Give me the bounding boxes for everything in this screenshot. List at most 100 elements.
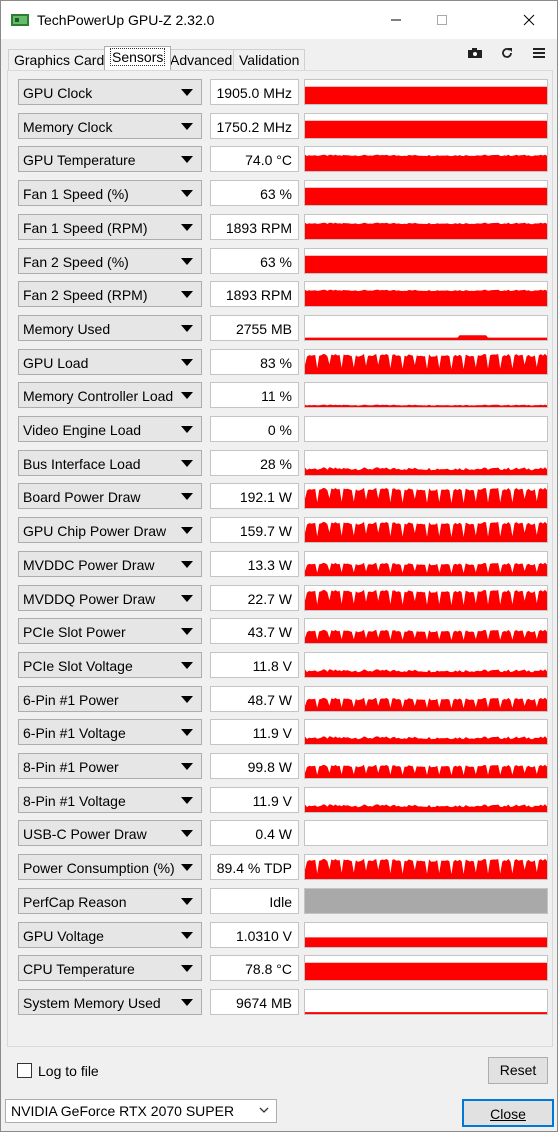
sensor-name-dropdown[interactable]: MVDDC Power Draw	[18, 550, 202, 577]
sensor-name-dropdown[interactable]: Fan 1 Speed (%)	[18, 180, 202, 207]
sensor-name-dropdown[interactable]: Board Power Draw	[18, 483, 202, 510]
log-to-file-label: Log to file	[38, 1063, 99, 1079]
sensor-name-dropdown[interactable]: PerfCap Reason	[18, 887, 202, 914]
sensor-value: 11.9 V	[210, 786, 299, 813]
chevron-down-icon	[259, 1107, 269, 1113]
graph-area	[305, 629, 547, 644]
caret-down-icon	[181, 122, 193, 130]
sensor-value: 1905.0 MHz	[210, 79, 299, 105]
camera-icon[interactable]	[466, 45, 484, 61]
sensor-value: 1.0310 V	[210, 921, 299, 948]
footer: Log to file Reset NVIDIA GeForce RTX 207…	[1, 1046, 557, 1131]
sensor-graph	[304, 314, 548, 341]
sensor-name-dropdown[interactable]: GPU Voltage	[18, 921, 202, 948]
sensor-name-dropdown[interactable]: GPU Chip Power Draw	[18, 517, 202, 544]
menu-icon[interactable]	[530, 45, 548, 61]
sensor-row-fan-2-speed-rpm: Fan 2 Speed (RPM) 1893 RPM	[18, 281, 548, 309]
graph-area	[305, 858, 547, 880]
sensor-graph	[304, 719, 548, 746]
sensor-name-dropdown[interactable]: System Memory Used	[18, 988, 202, 1015]
graph-area	[305, 466, 547, 475]
sensor-name-dropdown[interactable]: MVDDQ Power Draw	[18, 584, 202, 611]
sensor-name-dropdown[interactable]: Fan 1 Speed (RPM)	[18, 213, 202, 240]
caret-down-icon	[181, 628, 193, 636]
sensor-name-dropdown[interactable]: GPU Temperature	[18, 146, 202, 173]
sensor-name-label: USB-C Power Draw	[23, 826, 147, 843]
graph-area	[305, 1011, 547, 1014]
sensor-row-gpu-temperature: GPU Temperature 74.0 °C	[18, 146, 548, 174]
sensor-name-label: MVDDQ Power Draw	[23, 590, 156, 607]
caret-down-icon	[181, 324, 193, 332]
sensor-name-label: CPU Temperature	[23, 961, 135, 978]
sensor-name-dropdown[interactable]: Fan 2 Speed (%)	[18, 247, 202, 274]
sensor-value: 63 %	[210, 247, 299, 274]
gpu-select[interactable]: NVIDIA GeForce RTX 2070 SUPER	[5, 1099, 277, 1123]
refresh-icon[interactable]	[498, 45, 516, 61]
sensor-name-label: Memory Used	[23, 320, 111, 337]
sensor-name-dropdown[interactable]: 8-Pin #1 Voltage	[18, 786, 202, 813]
sensor-name-dropdown[interactable]: USB-C Power Draw	[18, 820, 202, 847]
sensor-name-label: MVDDC Power Draw	[23, 556, 155, 573]
window-title: TechPowerUp GPU-Z 2.32.0	[37, 12, 215, 28]
sensor-row-pcie-slot-voltage: PCIe Slot Voltage 11.8 V	[18, 651, 548, 680]
sensor-name-dropdown[interactable]: Memory Controller Load	[18, 382, 202, 409]
graph-area	[305, 353, 547, 374]
graph-area	[305, 803, 547, 812]
sensor-name-dropdown[interactable]: CPU Temperature	[18, 955, 202, 982]
tab-validation[interactable]: Validation	[233, 49, 306, 70]
sensor-row-mvddq-power-draw: MVDDQ Power Draw 22.7 W	[18, 584, 548, 613]
graph-area	[305, 187, 547, 206]
caret-down-icon	[181, 560, 193, 568]
graph-area	[305, 736, 547, 745]
sensor-value: 99.8 W	[210, 753, 299, 779]
caret-down-icon	[181, 695, 193, 703]
tab-graphics-card[interactable]: Graphics Card	[8, 49, 111, 70]
close-window-button[interactable]	[506, 1, 552, 39]
title-bar: TechPowerUp GPU-Z 2.32.0	[1, 1, 557, 39]
sensor-name-dropdown[interactable]: GPU Load	[18, 348, 202, 375]
sensor-name-label: Bus Interface Load	[23, 455, 141, 472]
close-button[interactable]: Close	[462, 1099, 554, 1127]
sensor-value: 83 %	[210, 348, 299, 375]
sensor-name-dropdown[interactable]: 6-Pin #1 Power	[18, 685, 202, 712]
sensor-value: 22.7 W	[210, 584, 299, 611]
sensor-graph	[304, 213, 548, 240]
sensor-row-memory-clock: Memory Clock 1750.2 MHz	[18, 112, 548, 141]
minimize-button[interactable]	[373, 1, 419, 39]
sensor-name-dropdown[interactable]: Fan 2 Speed (RPM)	[18, 281, 202, 308]
app-icon	[11, 14, 29, 26]
caret-down-icon	[181, 965, 193, 973]
sensor-value: 13.3 W	[210, 550, 299, 577]
sensor-row-perfcap-reason: PerfCap Reason Idle	[18, 887, 548, 916]
sensor-name-label: 8-Pin #1 Voltage	[23, 792, 126, 809]
sensor-value: 48.7 W	[210, 685, 299, 712]
sensor-name-dropdown[interactable]: PCIe Slot Voltage	[18, 651, 202, 678]
caret-down-icon	[181, 661, 193, 669]
sensor-name-dropdown[interactable]: Video Engine Load	[18, 416, 202, 442]
sensor-name-dropdown[interactable]: PCIe Slot Power	[18, 618, 202, 645]
reset-button[interactable]: Reset	[488, 1057, 548, 1084]
sensor-name-dropdown[interactable]: Bus Interface Load	[18, 449, 202, 476]
tab-advanced[interactable]: Advanced	[164, 49, 239, 70]
caret-down-icon	[181, 190, 193, 198]
sensor-name-label: PerfCap Reason	[23, 893, 127, 910]
sensor-name-dropdown[interactable]: 6-Pin #1 Voltage	[18, 719, 202, 746]
sensor-name-dropdown[interactable]: Memory Clock	[18, 112, 202, 139]
sensor-name-dropdown[interactable]: Power Consumption (%)	[18, 854, 202, 881]
graph-area	[305, 936, 547, 947]
log-to-file-checkbox[interactable]	[17, 1063, 32, 1078]
caret-down-icon	[181, 763, 193, 770]
sensor-row-6-pin-1-voltage: 6-Pin #1 Voltage 11.9 V	[18, 719, 548, 747]
tab-sensors[interactable]: Sensors	[104, 46, 172, 70]
maximize-button[interactable]	[419, 1, 465, 39]
sensor-value: 0.4 W	[210, 820, 299, 847]
sensor-name-dropdown[interactable]: GPU Clock	[18, 79, 202, 105]
sensor-row-gpu-clock: GPU Clock 1905.0 MHz	[18, 79, 548, 107]
sensor-name-dropdown[interactable]: Memory Used	[18, 314, 202, 341]
sensor-graph	[304, 887, 548, 914]
sensor-row-memory-controller-load: Memory Controller Load 11 %	[18, 382, 548, 410]
sensor-row-bus-interface-load: Bus Interface Load 28 %	[18, 449, 548, 478]
sensor-name-dropdown[interactable]: 8-Pin #1 Power	[18, 753, 202, 779]
sensor-row-pcie-slot-power: PCIe Slot Power 43.7 W	[18, 618, 548, 646]
sensor-name-label: System Memory Used	[23, 994, 161, 1011]
